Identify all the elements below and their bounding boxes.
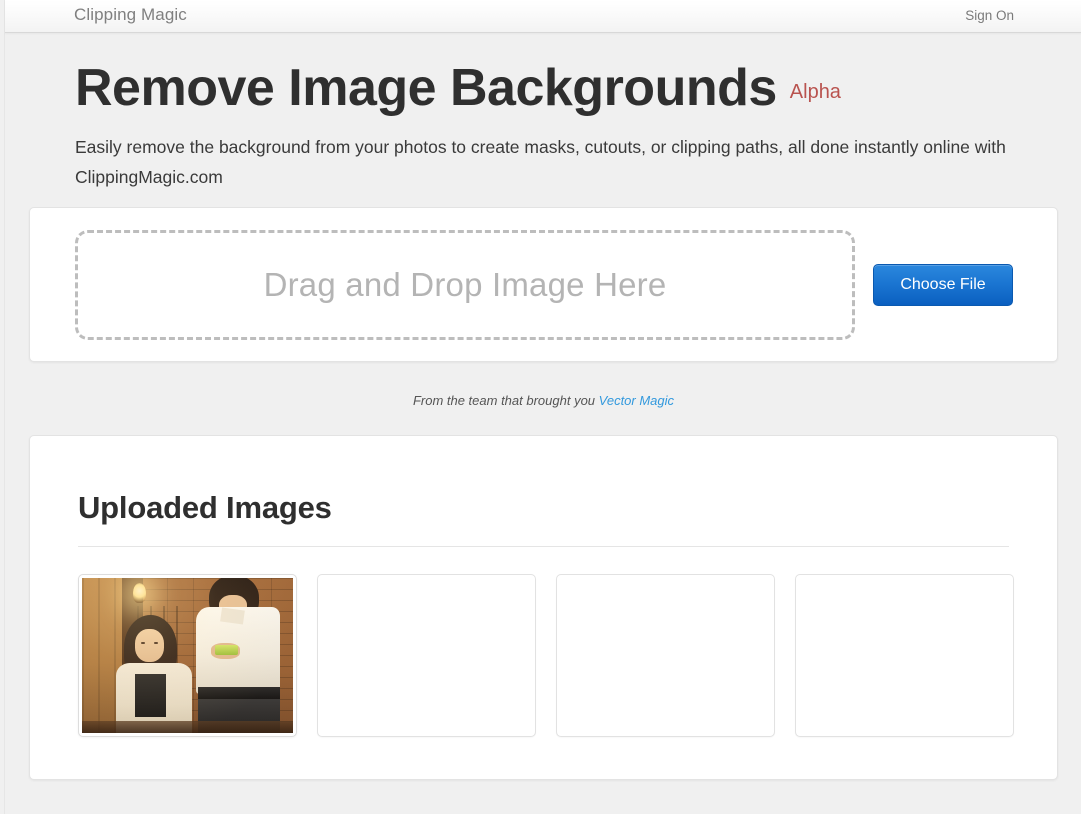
alpha-badge: Alpha bbox=[790, 81, 841, 103]
image-dropzone[interactable]: Drag and Drop Image Here bbox=[75, 230, 855, 340]
top-navigation-bar: Clipping Magic Sign On bbox=[5, 0, 1081, 33]
thumbnail-slot-empty[interactable] bbox=[795, 574, 1014, 737]
uploaded-images-card: Uploaded Images bbox=[29, 435, 1058, 780]
sign-on-link[interactable]: Sign On bbox=[965, 6, 1014, 25]
brand-logo-link[interactable]: Clipping Magic bbox=[74, 4, 187, 26]
photo-woman-eye-left bbox=[141, 642, 145, 644]
photo-woman-face bbox=[135, 629, 165, 662]
page-content: Remove Image Backgrounds Alpha Easily rem… bbox=[5, 33, 1081, 192]
photo-woman-eye-right bbox=[154, 642, 158, 644]
photo-man-collar bbox=[220, 607, 245, 624]
photo-handheld-object bbox=[215, 645, 238, 656]
team-credit-line: From the team that brought you Vector Ma… bbox=[29, 393, 1058, 408]
thumbnail-list bbox=[30, 547, 1057, 737]
dropzone-label: Drag and Drop Image Here bbox=[264, 266, 667, 304]
uploaded-photo bbox=[82, 578, 293, 733]
navbar-inner: Clipping Magic Sign On bbox=[5, 0, 1081, 32]
gallery-heading: Uploaded Images bbox=[30, 436, 1057, 527]
photo-wall-lamp bbox=[133, 583, 146, 603]
photo-book bbox=[114, 696, 228, 733]
page-title-text: Remove Image Backgrounds bbox=[75, 59, 777, 117]
upload-card: Drag and Drop Image Here Choose File bbox=[29, 207, 1058, 362]
page-title: Remove Image Backgrounds Alpha bbox=[75, 58, 1081, 122]
thumbnail-slot-empty[interactable] bbox=[317, 574, 536, 737]
thumbnail-item-photo[interactable] bbox=[78, 574, 297, 737]
thumbnail-slot-empty[interactable] bbox=[556, 574, 775, 737]
page-wrapper: Clipping Magic Sign On Remove Image Back… bbox=[4, 0, 1081, 814]
vector-magic-link[interactable]: Vector Magic bbox=[599, 393, 674, 408]
hero-section: Remove Image Backgrounds Alpha Easily rem… bbox=[5, 33, 1081, 192]
dropzone-row: Drag and Drop Image Here Choose File bbox=[30, 208, 1057, 361]
choose-file-button[interactable]: Choose File bbox=[873, 264, 1013, 306]
team-credit-prefix: From the team that brought you bbox=[413, 393, 599, 408]
page-subtitle: Easily remove the background from your p… bbox=[75, 132, 1010, 192]
